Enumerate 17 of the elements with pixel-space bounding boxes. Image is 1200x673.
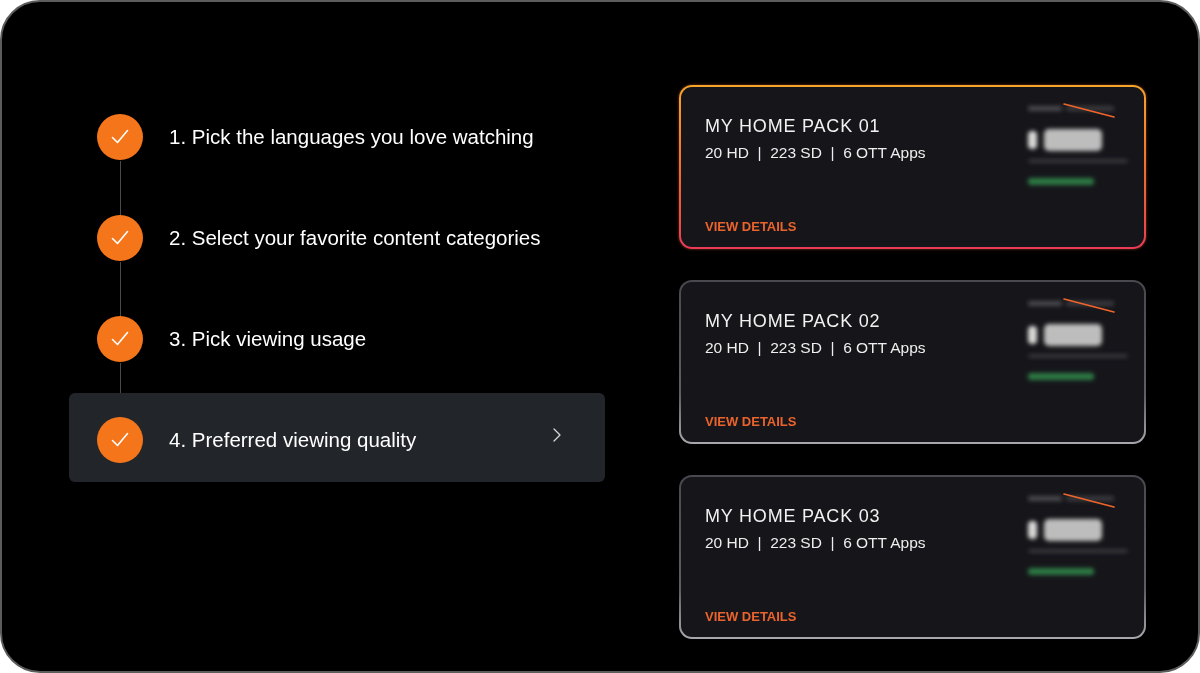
pack-card[interactable]: MY HOME PACK 02 20 HD | 223 SD | 6 OTT Apps VIEW DETAILS: [679, 280, 1146, 444]
view-details-link[interactable]: VIEW DETAILS: [705, 414, 797, 430]
step-item[interactable]: 1. Pick the languages you love watching: [69, 90, 605, 179]
chevron-right-icon: [553, 427, 561, 442]
step-item[interactable]: 3. Pick viewing usage: [69, 292, 605, 381]
pack-features: 20 HD | 223 SD | 6 OTT Apps: [705, 338, 926, 358]
step-item[interactable]: 2. Select your favorite content categories: [69, 191, 605, 280]
step-item[interactable]: 4. Preferred viewing quality: [69, 393, 605, 482]
pack-title: MY HOME PACK 02: [705, 310, 882, 332]
pack-card[interactable]: MY HOME PACK 03 20 HD | 223 SD | 6 OTT Apps VIEW DETAILS: [679, 475, 1146, 639]
pack-card[interactable]: MY HOME PACK 01 20 HD | 223 SD | 6 OTT Apps VIEW DETAILS: [679, 85, 1146, 249]
view-details-link[interactable]: VIEW DETAILS: [705, 219, 797, 235]
pack-features: 20 HD | 223 SD | 6 OTT Apps: [705, 143, 926, 163]
view-details-link[interactable]: VIEW DETAILS: [705, 609, 797, 625]
pack-features: 20 HD | 223 SD | 6 OTT Apps: [705, 533, 926, 553]
pack-title: MY HOME PACK 03: [705, 505, 882, 527]
pack-title: MY HOME PACK 01: [705, 115, 882, 137]
